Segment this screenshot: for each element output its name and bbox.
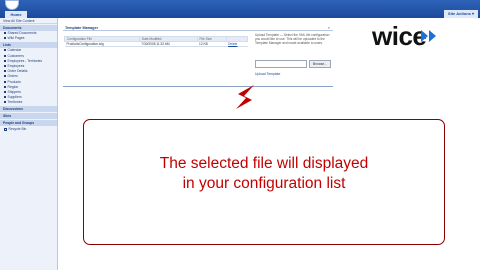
divider: [63, 86, 333, 87]
red-pointer-arrow-icon: [236, 85, 254, 109]
recycle-bin-link[interactable]: Recycle Bin: [0, 126, 57, 133]
sidebar-item-label: Shared Documents: [7, 31, 37, 35]
recycle-bin-icon: [4, 128, 7, 132]
bullet-icon: [4, 85, 6, 88]
sidebar-item-label: Territories: [7, 100, 23, 105]
sidebar-item-territories[interactable]: Territories: [0, 100, 57, 105]
sidebar-item-wiki-pages[interactable]: Wiki Pages: [0, 36, 57, 41]
bullet-icon: [4, 59, 6, 62]
sidebar-group-sites[interactable]: Sites: [0, 113, 57, 120]
bullet-icon: [4, 70, 6, 73]
sidebar-item-label: Orders: [7, 74, 18, 79]
logo-arrows-icon: [421, 30, 436, 42]
delete-link[interactable]: Delete: [226, 41, 248, 47]
callout-line-2: in your configuration list: [182, 175, 346, 192]
upload-template-link[interactable]: Upload Template: [255, 72, 280, 76]
sidebar-item-label: Order Details: [7, 69, 28, 74]
site-logo[interactable]: [5, 0, 19, 10]
bullet-icon: [4, 37, 6, 40]
recycle-bin-label: Recycle Bin: [8, 127, 27, 132]
tab-home[interactable]: Home: [5, 11, 27, 18]
view-all-site-content-link[interactable]: View All Site Content: [0, 18, 57, 24]
sidebar-item-label: Products: [7, 79, 21, 84]
file-name-cell[interactable]: ProductsConfiguration.wlg: [64, 41, 140, 47]
bullet-icon: [4, 80, 6, 83]
browse-button[interactable]: Browse...: [309, 60, 331, 68]
sidebar-item-label: Suppliers: [7, 95, 22, 100]
callout-line-1: The selected file will displayed: [159, 155, 369, 172]
sidebar-item-label: Customers: [7, 53, 24, 58]
close-icon[interactable]: ×: [328, 25, 330, 31]
configuration-table: Configuration File Date Modified File Si…: [64, 36, 249, 47]
site-actions-menu[interactable]: Site Actions ▾: [443, 10, 478, 18]
sidebar-group-discussions[interactable]: Discussions: [0, 106, 57, 113]
sidebar-item-label: Calendar: [7, 48, 22, 53]
file-path-input[interactable]: [255, 60, 307, 68]
sidebar-item-label: Wiki Pages: [7, 36, 25, 41]
bullet-icon: [4, 96, 6, 99]
callout-text: The selected file will displayed in your…: [84, 154, 444, 194]
callout-box: The selected file will displayed in your…: [83, 119, 445, 245]
web-part-title: Template Manager ×: [63, 25, 333, 31]
bullet-icon: [4, 101, 6, 104]
size-cell: 12 KB: [197, 41, 227, 47]
table-row: ProductsConfiguration.wlg 7/30/2008 11:3…: [64, 41, 248, 47]
date-cell: 7/30/2008 11:32 AM: [139, 41, 198, 47]
wice-logo: wice: [372, 21, 427, 51]
bullet-icon: [4, 49, 6, 52]
page-title: Template Manager: [65, 26, 99, 30]
quick-launch-sidebar: View All Site Content Documents Shared D…: [0, 18, 58, 270]
sidebar-item-label: Employees - Territories: [7, 58, 43, 63]
bullet-icon: [4, 65, 6, 68]
top-bar: Home Site Actions ▾: [0, 0, 480, 18]
upload-description: Upload Template — Select the XML file co…: [255, 33, 330, 45]
bullet-icon: [4, 32, 6, 35]
bullet-icon: [4, 90, 6, 93]
sidebar-item-label: Employees: [7, 63, 25, 68]
bullet-icon: [4, 75, 6, 78]
sidebar-item-label: Region: [7, 84, 19, 89]
bullet-icon: [4, 54, 6, 57]
sidebar-item-label: Shippers: [7, 89, 21, 94]
